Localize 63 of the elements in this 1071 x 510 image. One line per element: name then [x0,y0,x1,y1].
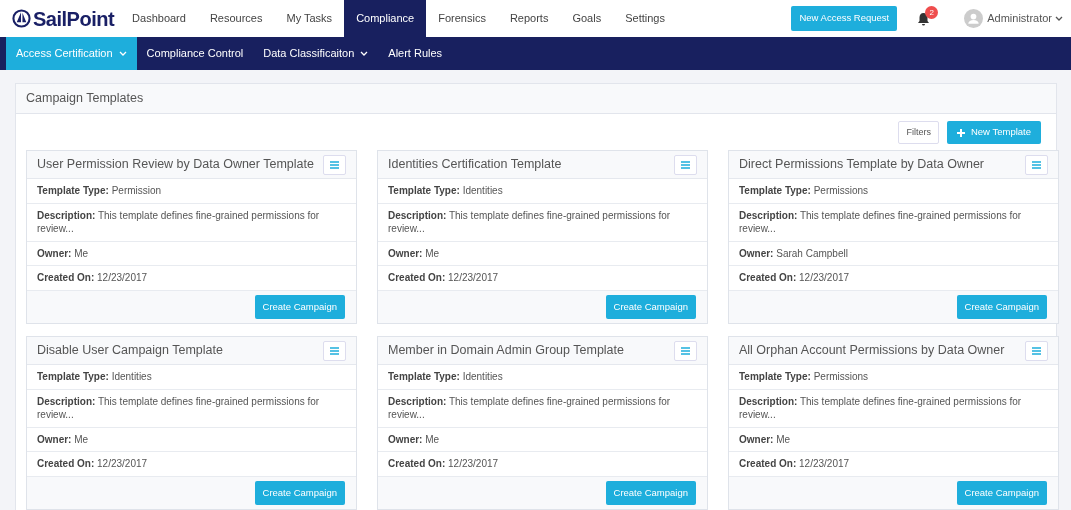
field-text: Template Type: Identities [378,365,707,390]
bell-icon[interactable] [917,11,931,26]
menu-icon [681,346,690,355]
field-text: Owner: Me [378,241,707,267]
field-text: Created On: 12/23/2017 [729,266,1058,291]
avatar-icon [964,9,984,28]
menu-button[interactable] [1025,154,1048,175]
field-text: Description: This template defines fine-grained permissions for review... [27,389,356,428]
card-title: Member in Domain Admin Group Template [388,342,624,360]
field-text: Description: This template defines fine-grained permissions for review... [729,389,1058,428]
menu-icon [1032,160,1041,169]
field-text: Owner: Me [27,427,356,452]
field-text: Owner: Sarah Campbell [729,241,1058,267]
field-text: Created On: 12/23/2017 [729,452,1058,477]
field-text: Description: This template defines fine-grained permissions for review... [729,203,1058,242]
plus-icon [956,128,965,137]
notification-count: 2 [925,5,939,19]
field-text: Owner: Me [27,241,356,267]
menu-button[interactable] [674,154,697,175]
subnav-tab[interactable]: Data Classificaiton [253,37,379,70]
logo-icon [12,9,31,28]
field-text: Description: This template defines fine-grained permissions for review... [378,203,707,242]
field-text: Created On: 12/23/2017 [27,266,356,291]
field-text: Created On: 12/23/2017 [27,452,356,477]
nav-tab[interactable]: Reports [497,0,561,37]
menu-button[interactable] [1025,340,1048,361]
menu-button[interactable] [323,340,346,361]
nav-tab[interactable]: Compliance [344,0,427,37]
field-text: Owner: Me [729,427,1058,452]
field-text: Description: This template defines fine-grained permissions for review... [27,203,356,242]
user-menu[interactable]: Administrator [987,10,1063,27]
menu-button[interactable] [323,154,346,175]
subnav-tab[interactable]: Alert Rules [378,37,453,70]
field-text: Created On: 12/23/2017 [378,266,707,291]
nav-tab[interactable]: My Tasks [274,0,345,37]
field-text: Template Type: Identities [27,365,356,390]
field-text: Owner: Me [378,427,707,452]
panel-title: Campaign Templates [16,84,1056,114]
nav-tab[interactable]: Forensics [426,0,498,37]
field-text: Created On: 12/23/2017 [378,452,707,477]
nav-tab[interactable]: Resources [197,0,275,37]
menu-icon [330,160,339,169]
field-text: Description: This template defines fine-grained permissions for review... [378,389,707,428]
caret-icon [1055,15,1063,22]
card-title: Identities Certification Template [388,156,562,174]
nav-tab[interactable]: Dashboard [120,0,198,37]
subnav-tab[interactable]: Compliance Control [136,37,254,70]
menu-icon [330,346,339,355]
menu-icon [681,160,690,169]
card-title: Disable User Campaign Template [37,342,223,360]
card-title: Direct Permissions Template by Data Owner [739,156,984,174]
field-text: Template Type: Identities [378,179,707,204]
card-title: All Orphan Account Permissions by Data Owner [739,342,1005,360]
field-text: Template Type: Permission [27,179,356,204]
nav-tab[interactable]: Goals [560,0,614,37]
field-text: Template Type: Permissions [729,365,1058,390]
card-title: User Permission Review by Data Owner Template [37,156,314,174]
menu-icon [1032,346,1041,355]
brand-name: SailPoint [33,6,115,32]
nav-tab[interactable]: Settings [613,0,677,37]
filters-button[interactable]: Filters [898,120,939,145]
field-text: Template Type: Permissions [729,179,1058,204]
menu-button[interactable] [674,340,697,361]
